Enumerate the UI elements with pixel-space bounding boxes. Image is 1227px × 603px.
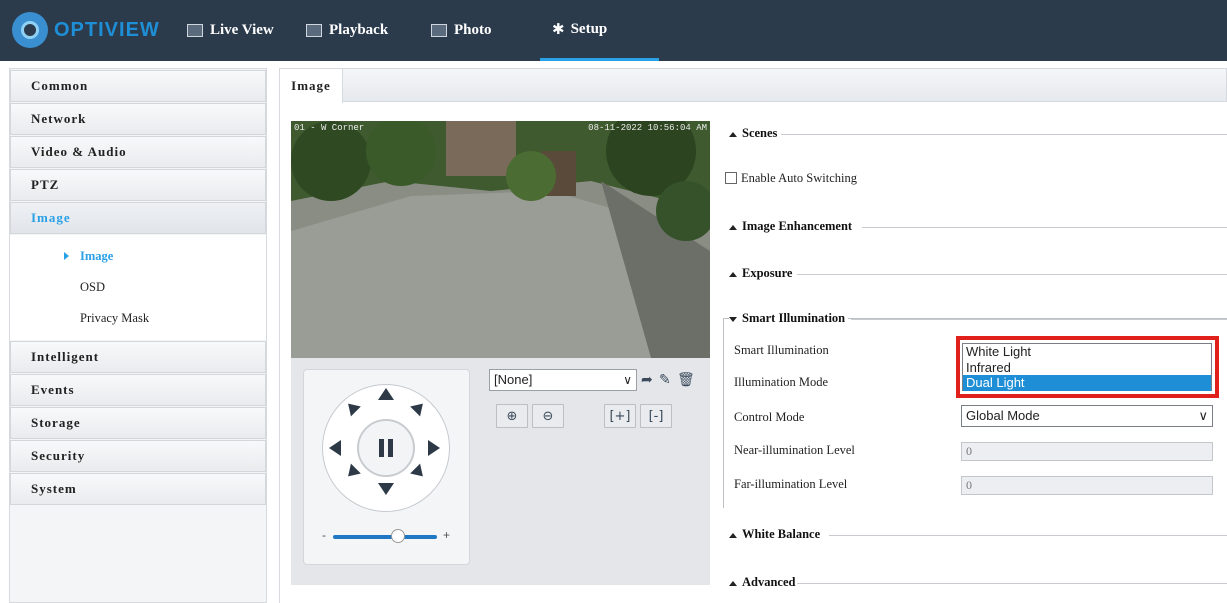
ptz-left-icon[interactable] [329, 440, 341, 456]
caret-up-icon [729, 532, 737, 538]
sidebar-subitem-image[interactable]: Image [10, 241, 266, 272]
nav-live-view[interactable]: Live View [187, 0, 274, 61]
control-mode-select[interactable]: Global Mode ∨ [961, 405, 1213, 427]
control-mode-value: Global Mode [966, 408, 1040, 423]
divider [862, 227, 1227, 228]
ptz-speed-slider[interactable] [333, 535, 437, 539]
camera-scene-image [291, 121, 710, 358]
section-image-enhancement-toggle[interactable]: Image Enhancement [729, 219, 852, 234]
section-smart-illumination-toggle[interactable]: Smart Illumination [729, 311, 849, 326]
pause-icon [379, 439, 393, 457]
sidebar-item-security[interactable]: Security [10, 440, 266, 472]
enable-auto-switching-label: Enable Auto Switching [741, 171, 857, 185]
delete-preset-icon[interactable]: 🗑 [677, 372, 695, 389]
sidebar-item-system[interactable]: System [10, 473, 266, 505]
zoom-in-button[interactable]: ⊕ [496, 404, 528, 428]
caret-down-icon [729, 316, 737, 322]
sidebar: Common Network Video & Audio PTZ Image I… [9, 68, 267, 603]
ptz-speed-slider-handle[interactable] [391, 529, 405, 543]
sidebar-subitem-osd[interactable]: OSD [10, 272, 266, 303]
nav-photo[interactable]: Photo [431, 0, 492, 61]
control-mode-label: Control Mode [734, 410, 805, 424]
highlight-box [956, 336, 1219, 398]
preset-select[interactable]: [None] ∨ [489, 369, 637, 391]
section-title: White Balance [742, 527, 821, 541]
top-nav-bar: OPTIVIEW Live View Playback Photo ✱ Setu… [0, 0, 1227, 61]
divider [829, 535, 1227, 536]
logo-mark-icon [12, 12, 48, 48]
sidebar-item-ptz[interactable]: PTZ [10, 169, 266, 201]
logo: OPTIVIEW [12, 10, 160, 50]
enable-auto-switching-checkbox[interactable] [725, 172, 737, 184]
section-scenes-toggle[interactable]: Scenes [729, 126, 777, 141]
divider [851, 319, 1227, 320]
far-illumination-level-input[interactable]: 0 [961, 476, 1213, 495]
section-exposure-toggle[interactable]: Exposure [729, 266, 792, 281]
film-icon [306, 24, 322, 37]
edit-preset-icon[interactable]: ✎ [659, 372, 671, 389]
chevron-down-icon: ∨ [1198, 408, 1208, 423]
focus-far-button[interactable]: [-] [640, 404, 672, 428]
divider [781, 134, 1227, 135]
sidebar-item-intelligent[interactable]: Intelligent [10, 341, 266, 373]
far-illumination-level-label: Far-illumination Level [734, 477, 848, 491]
sidebar-item-image[interactable]: Image [10, 202, 266, 234]
speed-plus-label: + [443, 528, 451, 542]
zoom-out-button[interactable]: ⊖ [532, 404, 564, 428]
section-title: Scenes [742, 126, 778, 140]
sidebar-item-events[interactable]: Events [10, 374, 266, 406]
video-preview[interactable]: 01 - W Corner 08-11-2022 10:56:04 AM [291, 121, 710, 358]
speed-minus-label: - [322, 528, 326, 542]
ptz-right-icon[interactable] [428, 440, 440, 456]
near-illumination-level-input[interactable]: 0 [961, 442, 1213, 461]
nav-label: Setup [570, 20, 608, 37]
go-to-preset-icon[interactable]: ➦ [641, 372, 653, 389]
near-illumination-level-label: Near-illumination Level [734, 443, 855, 457]
focus-near-button[interactable]: [+] [604, 404, 636, 428]
monitor-icon [187, 24, 203, 37]
caret-up-icon [729, 271, 737, 277]
section-advanced-toggle[interactable]: Advanced [729, 575, 795, 590]
section-title: Advanced [742, 575, 796, 589]
caret-up-icon [729, 580, 737, 586]
nav-label: Live View [210, 22, 274, 38]
preset-value: [None] [494, 372, 533, 387]
smart-illumination-label: Smart Illumination [734, 343, 829, 357]
tab-bar: Image [279, 68, 1227, 103]
ptz-pause-button[interactable] [357, 419, 415, 477]
image-icon [431, 24, 447, 37]
divider [797, 274, 1227, 275]
caret-up-icon [729, 131, 737, 137]
section-title: Smart Illumination [742, 311, 846, 325]
sidebar-item-storage[interactable]: Storage [10, 407, 266, 439]
nav-label: Playback [329, 22, 389, 38]
nav-setup[interactable]: ✱ Setup [540, 0, 659, 61]
section-title: Exposure [742, 266, 793, 280]
sidebar-item-network[interactable]: Network [10, 103, 266, 135]
osd-camera-name: 01 - W Corner [294, 123, 365, 133]
caret-up-icon [729, 224, 737, 230]
sidebar-item-common[interactable]: Common [10, 70, 266, 102]
logo-text: OPTIVIEW [54, 18, 160, 41]
ptz-down-icon[interactable] [378, 483, 394, 495]
osd-timestamp: 08-11-2022 10:56:04 AM [588, 123, 707, 133]
illumination-mode-label: Illumination Mode [734, 375, 829, 389]
gear-icon: ✱ [552, 20, 565, 38]
sidebar-item-video-audio[interactable]: Video & Audio [10, 136, 266, 168]
nav-label: Photo [454, 22, 492, 38]
tab-image[interactable]: Image [280, 69, 343, 103]
section-title: Image Enhancement [742, 219, 853, 233]
ptz-up-icon[interactable] [378, 388, 394, 400]
divider [797, 583, 1227, 584]
sidebar-subitem-privacy-mask[interactable]: Privacy Mask [10, 303, 266, 334]
image-submenu: Image OSD Privacy Mask [10, 235, 266, 340]
section-white-balance-toggle[interactable]: White Balance [729, 527, 820, 542]
nav-playback[interactable]: Playback [306, 0, 388, 61]
chevron-down-icon: ∨ [623, 373, 632, 387]
